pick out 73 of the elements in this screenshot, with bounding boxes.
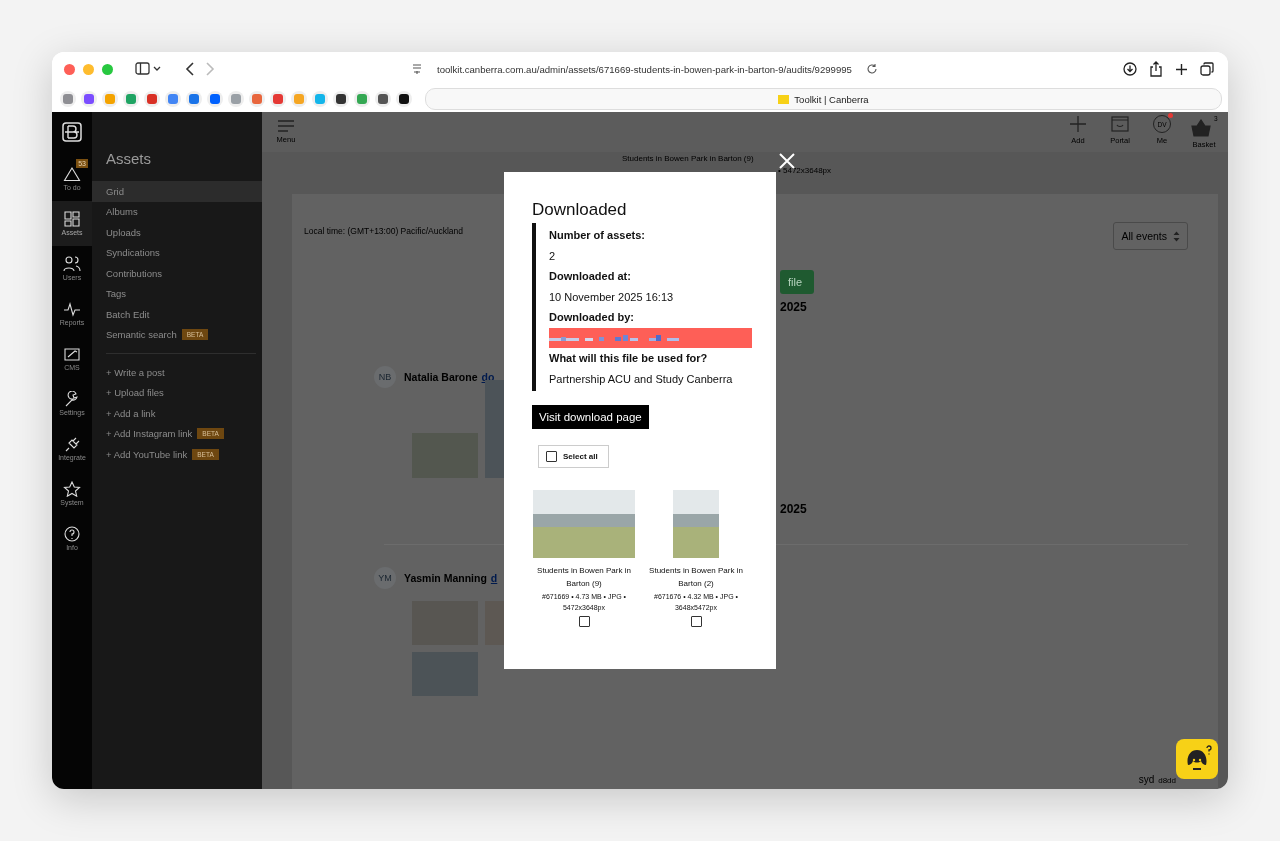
asset-checkbox[interactable] <box>578 616 590 627</box>
bookmark-icon[interactable] <box>396 91 412 107</box>
sidebar-item[interactable]: Grid <box>92 181 262 202</box>
sidebar-toggle-icon[interactable] <box>135 62 161 76</box>
dialog-title: Downloaded <box>532 200 628 220</box>
back-icon[interactable] <box>185 62 195 76</box>
address-bar[interactable]: toolkit.canberra.com.au/admin/assets/671669-students-in-bowen-park-in-barton-9/audits/9299995 <box>411 63 911 75</box>
sidebar-item[interactable]: Contributions <box>92 263 262 284</box>
notification-dot <box>1168 113 1173 118</box>
plus-icon <box>1069 115 1087 133</box>
events-filter-select[interactable]: All events <box>1113 222 1188 250</box>
rail-icon <box>63 391 81 407</box>
region-label: syd <box>1138 774 1155 785</box>
reload-icon[interactable] <box>865 63 878 75</box>
field-value: Partnership ACU and Study Canberra <box>549 371 734 387</box>
rail-icon <box>63 301 81 317</box>
bookmark-icon[interactable] <box>333 91 349 107</box>
sidebar-title: Assets <box>105 150 152 169</box>
site-favicon-icon <box>778 94 790 104</box>
window-icon <box>1111 115 1129 133</box>
page-settings-icon[interactable] <box>411 63 423 75</box>
sidebar-item[interactable]: Syndications <box>92 242 262 263</box>
field-label: Number of assets: <box>549 228 646 243</box>
user-name: Yasmin Manning <box>404 572 487 584</box>
rail-icon <box>63 526 81 542</box>
user-avatar: YM <box>374 567 396 589</box>
sidebar-item[interactable]: Uploads <box>92 222 262 243</box>
build-id: d8dd <box>1158 776 1176 785</box>
asset-name: Students in Bowen Park in Barton (9) <box>536 565 632 590</box>
checkbox[interactable] <box>546 451 557 462</box>
sidebar-item[interactable]: Batch Edit <box>92 304 262 325</box>
field-label: What will this file be used for? <box>549 351 709 366</box>
logo-icon[interactable] <box>62 122 82 142</box>
field-label: Downloaded at: <box>549 269 632 284</box>
sidebar-item[interactable]: Tags <box>92 283 262 304</box>
share-icon[interactable] <box>1149 61 1163 77</box>
event-heading: 2025 <box>780 502 807 516</box>
field-label: Downloaded by: <box>549 310 635 325</box>
download-file-button[interactable]: file <box>780 270 815 294</box>
bookmark-icon[interactable] <box>375 91 391 107</box>
browser-tab[interactable]: Toolkit | Canberra <box>425 88 1222 110</box>
select-arrows-icon <box>1173 230 1180 242</box>
select-all-checkbox[interactable]: Select all <box>538 445 609 468</box>
close-window-button[interactable] <box>64 63 75 75</box>
rail-icon <box>63 256 81 272</box>
new-tab-icon[interactable] <box>1175 62 1188 76</box>
sidebar-action[interactable]: + Write a post <box>92 362 262 383</box>
photo-placeholder[interactable] <box>485 380 505 478</box>
local-time: Local time: (GMT+13:00) Pacific/Auckland <box>304 225 463 236</box>
sidebar-item[interactable]: Albums <box>92 201 262 222</box>
user-avatar: NB <box>374 366 396 388</box>
help-chat-button[interactable] <box>1176 739 1218 779</box>
visit-download-page-button[interactable]: Visit download page <box>532 405 649 429</box>
field-value: 2 <box>549 248 557 264</box>
tab-overview-icon[interactable] <box>1200 62 1214 76</box>
field-value: 10 November 2025 16:13 <box>549 289 675 305</box>
rail-icon <box>63 211 81 227</box>
asset-checkbox[interactable] <box>690 616 702 627</box>
asset-title: Students in Bowen Park in Barton (9) <box>622 154 754 163</box>
rail-icon <box>63 166 81 182</box>
menu-icon <box>277 120 295 132</box>
asset-name: Students in Bowen Park in Barton (2) <box>648 565 744 590</box>
rail-icon <box>63 481 81 497</box>
download-icon[interactable] <box>1123 62 1137 76</box>
asset-meta: • 5472x3648px <box>778 166 832 175</box>
event-heading: 2025 <box>780 300 807 314</box>
rail-icon <box>63 436 81 452</box>
basket-icon <box>1190 119 1211 137</box>
sidebar-action[interactable]: + Add a link <box>92 403 262 424</box>
user-name: Natalia Barone <box>404 371 478 383</box>
close-icon[interactable] <box>778 152 796 170</box>
sidebar-action[interactable]: + Upload files <box>92 382 262 403</box>
rail-icon <box>63 346 81 362</box>
